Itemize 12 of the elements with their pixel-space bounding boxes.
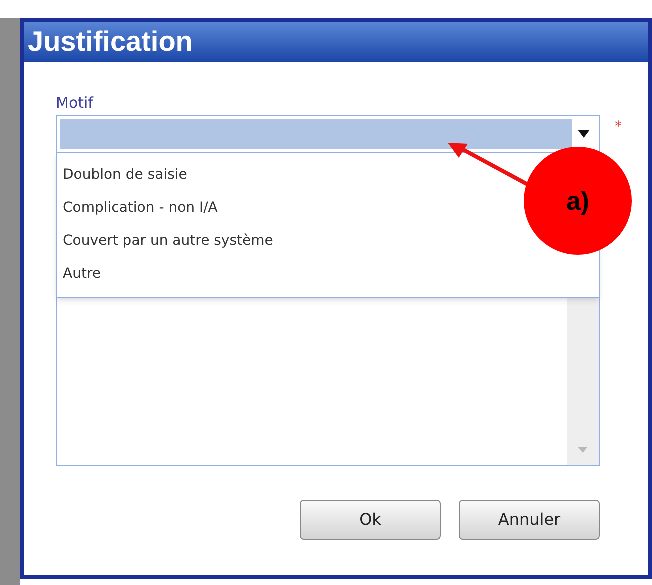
dropdown-option[interactable]: Couvert par un autre système	[61, 225, 276, 258]
dialog-button[interactable]: Annuler	[459, 500, 600, 540]
motif-dropdown[interactable]	[56, 115, 600, 153]
dropdown-option[interactable]: Doublon de saisie	[61, 159, 190, 192]
required-mark: *	[615, 118, 622, 137]
dropdown-caret-icon	[578, 130, 590, 138]
scroll-down-icon[interactable]	[578, 447, 588, 453]
field-label: Motif	[56, 96, 95, 111]
dropdown-option[interactable]: Complication - non I/A	[61, 192, 220, 225]
dialog-button[interactable]: Ok	[300, 500, 441, 540]
dropdown-option[interactable]: Autre	[61, 258, 104, 291]
window-title: Justification	[28, 28, 193, 56]
